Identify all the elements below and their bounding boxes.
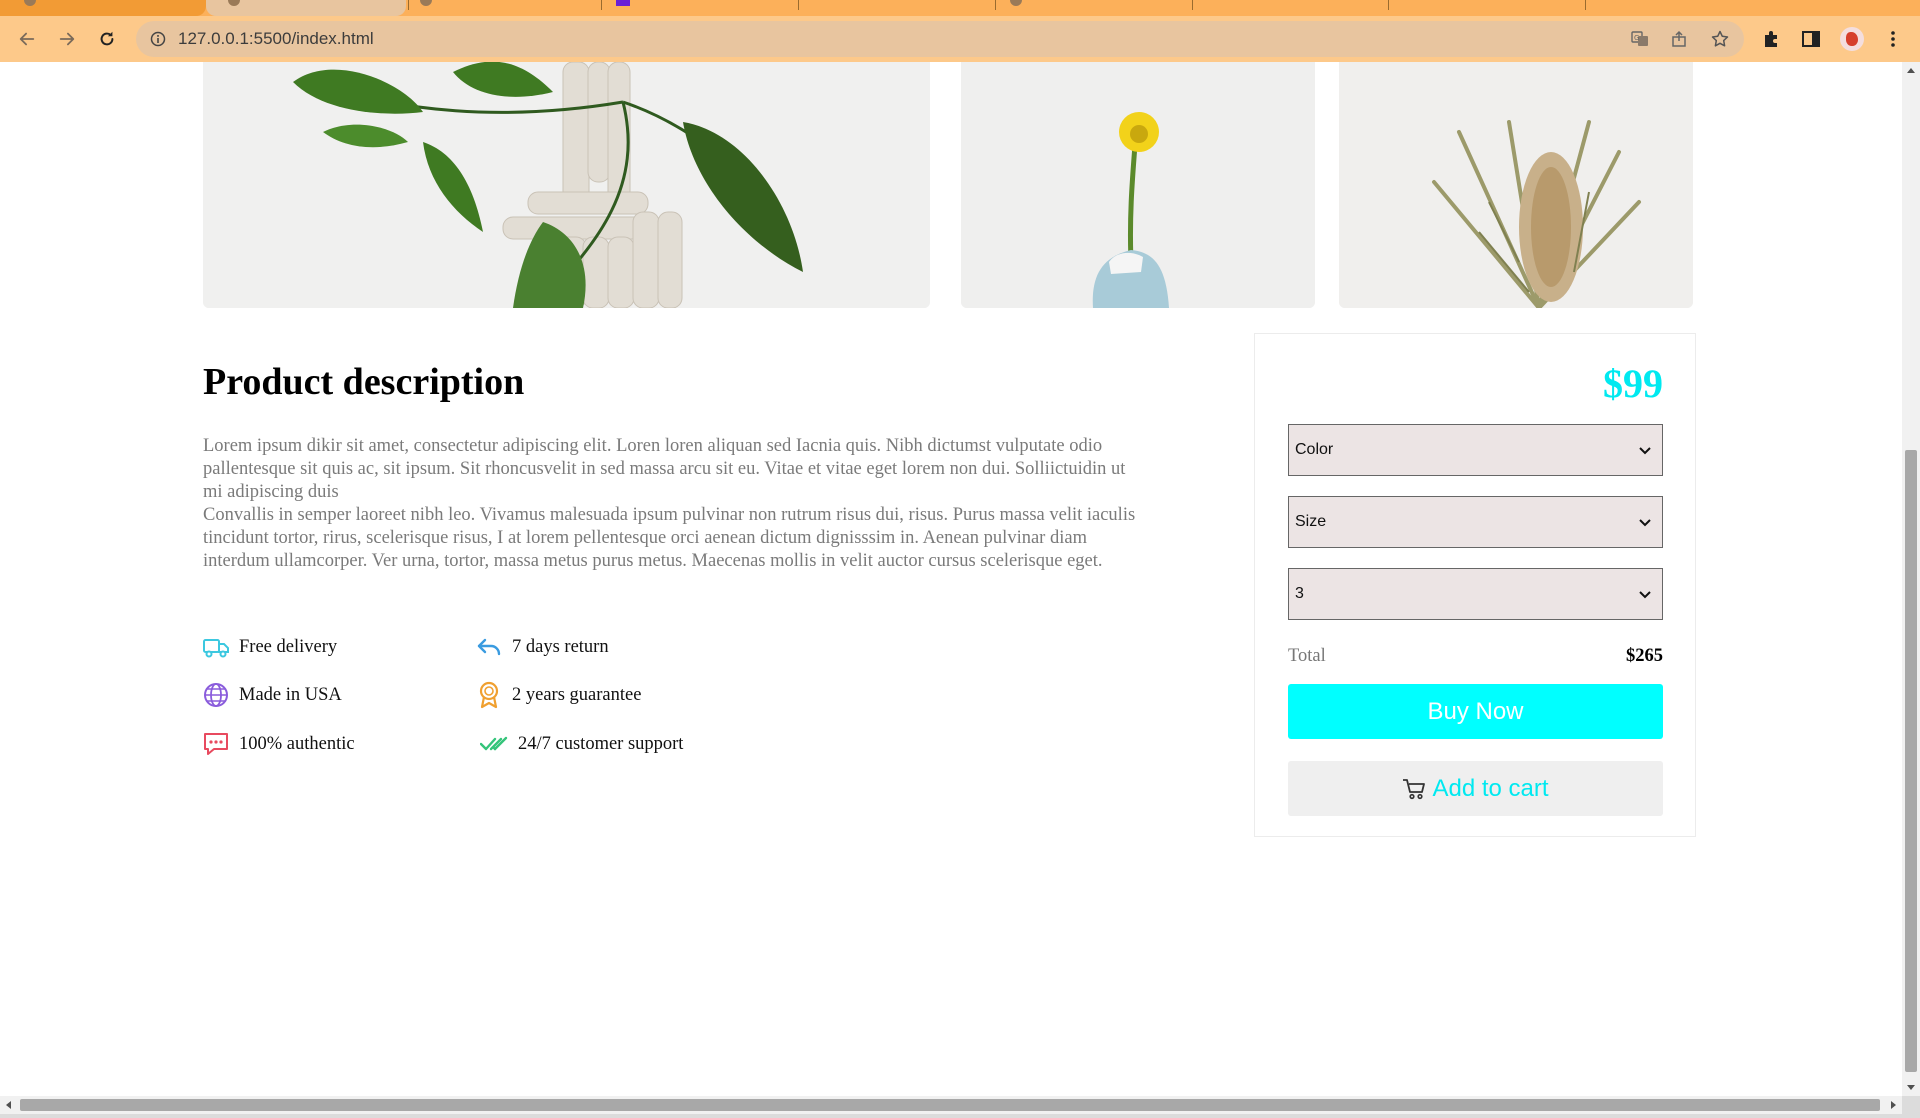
forward-arrow-icon: [59, 32, 75, 46]
tab-separator: [1388, 0, 1389, 10]
feature-label: 7 days return: [512, 636, 609, 657]
feature-label: Free delivery: [239, 636, 338, 657]
chevron-down-icon: [1639, 519, 1651, 527]
tab-separator: [1585, 0, 1586, 10]
tab-favicon: [420, 0, 432, 6]
product-image-banksia[interactable]: [1339, 62, 1693, 308]
yellow-flower-image: [961, 62, 1315, 308]
svg-text:G: G: [1634, 34, 1639, 42]
scroll-left-arrow-icon[interactable]: [6, 1101, 11, 1109]
forward-button[interactable]: [52, 24, 82, 54]
translate-icon[interactable]: G: [1631, 30, 1649, 48]
feature-support: 24/7 customer support: [480, 731, 683, 757]
tab-favicon: [1010, 0, 1022, 6]
scroll-right-arrow-icon[interactable]: [1891, 1101, 1896, 1109]
return-arrow-icon: [476, 634, 502, 660]
page-viewport: Product description Lorem ipsum dikir si…: [0, 62, 1902, 1096]
reload-button[interactable]: [92, 24, 122, 54]
horizontal-scroll-thumb[interactable]: [20, 1099, 1880, 1111]
feature-label: 100% authentic: [239, 733, 355, 754]
side-panel-icon[interactable]: [1801, 29, 1821, 49]
address-bar[interactable]: 127.0.0.1:5500/index.html G: [136, 21, 1744, 57]
tab-separator: [601, 0, 602, 10]
total-label: Total: [1288, 646, 1326, 666]
browser-tab[interactable]: [0, 0, 206, 16]
browser-tab[interactable]: [410, 0, 600, 16]
bookmark-star-icon[interactable]: [1711, 30, 1729, 48]
cart-icon: [1403, 778, 1426, 799]
url-text[interactable]: 127.0.0.1:5500/index.html: [178, 29, 374, 49]
feature-label: 24/7 customer support: [518, 733, 684, 754]
reload-icon: [100, 31, 114, 46]
extensions-puzzle-icon[interactable]: [1762, 29, 1782, 49]
feature-label: 2 years guarantee: [512, 684, 642, 705]
profile-avatar-icon[interactable]: [1840, 27, 1864, 51]
size-select-value: Size: [1295, 513, 1327, 530]
quantity-select-value: 3: [1295, 585, 1304, 602]
back-button[interactable]: [12, 24, 42, 54]
description-paragraph: Lorem ipsum dikir sit amet, consectetur …: [203, 436, 1126, 502]
truck-icon: [203, 634, 229, 660]
scrollbar-corner: [1902, 1096, 1920, 1114]
feature-authentic: 100% authentic: [203, 731, 355, 757]
globe-icon: [203, 682, 229, 708]
tab-favicon: [616, 0, 630, 6]
back-arrow-icon: [19, 32, 35, 46]
buy-now-button[interactable]: Buy Now: [1288, 684, 1663, 739]
product-image-main[interactable]: [203, 62, 930, 308]
kebab-menu-icon[interactable]: [1883, 29, 1903, 49]
product-price: $99: [1603, 361, 1663, 406]
chevron-down-icon: [1639, 447, 1651, 455]
add-to-cart-button[interactable]: Add to cart: [1288, 761, 1663, 816]
horizontal-scrollbar[interactable]: [0, 1096, 1902, 1114]
vertical-scrollbar[interactable]: [1902, 62, 1920, 1096]
color-select-value: Color: [1295, 441, 1334, 458]
feature-label: Made in USA: [239, 684, 342, 705]
tab-favicon: [24, 0, 36, 6]
window-bottom-edge: [0, 1114, 1920, 1118]
add-to-cart-label: Add to cart: [1432, 774, 1549, 802]
banksia-flower-image: [1339, 62, 1693, 308]
tab-favicon: [228, 0, 240, 6]
feature-returns: 7 days return: [476, 634, 609, 660]
chevron-down-icon: [1639, 591, 1651, 599]
feature-free-delivery: Free delivery: [203, 634, 337, 660]
description-body: Lorem ipsum dikir sit amet, consectetur …: [203, 435, 1143, 573]
browser-tab[interactable]: [1000, 0, 1190, 16]
tab-separator: [1192, 0, 1193, 10]
description-paragraph: Convallis in semper laoreet nibh leo. Vi…: [203, 505, 1136, 571]
scroll-up-arrow-icon[interactable]: [1907, 68, 1915, 73]
tab-separator: [408, 0, 409, 10]
description-title: Product description: [203, 361, 525, 403]
buy-now-label: Buy Now: [1427, 697, 1524, 725]
feature-guarantee: 2 years guarantee: [476, 681, 642, 709]
tab-separator: [798, 0, 799, 10]
total-value: $265: [1626, 646, 1663, 666]
plant-sculpture-image: [203, 62, 930, 308]
tab-strip: [0, 0, 1920, 16]
size-select[interactable]: Size: [1288, 496, 1663, 548]
site-info-icon[interactable]: [150, 31, 166, 47]
feature-made-in-usa: Made in USA: [203, 682, 342, 708]
quantity-select[interactable]: 3: [1288, 568, 1663, 620]
message-dots-icon: [203, 731, 229, 757]
tab-separator: [995, 0, 996, 10]
color-select[interactable]: Color: [1288, 424, 1663, 476]
purchase-panel: $99 Color Size 3 Total $265 Buy Now Add …: [1254, 333, 1696, 837]
award-badge-icon: [476, 681, 502, 709]
scroll-down-arrow-icon[interactable]: [1907, 1085, 1915, 1090]
vertical-scroll-thumb[interactable]: [1905, 450, 1917, 1072]
browser-tab-active[interactable]: [206, 0, 406, 16]
browser-toolbar: 127.0.0.1:5500/index.html G: [0, 16, 1920, 62]
double-check-icon: [480, 731, 508, 757]
product-image-flower[interactable]: [961, 62, 1315, 308]
share-icon[interactable]: [1671, 30, 1689, 48]
